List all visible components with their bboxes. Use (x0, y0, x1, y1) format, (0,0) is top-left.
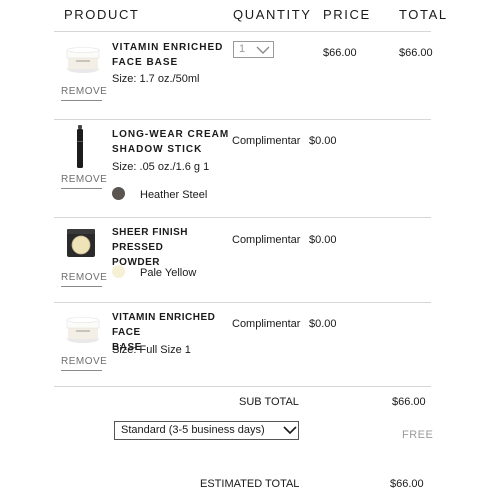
quantity-value: 1 (239, 43, 246, 55)
item-price: $66.00 (323, 47, 357, 59)
quantity-complimentary: Complimentar (232, 135, 301, 147)
shipping-cost: FREE (402, 429, 434, 441)
shadow-stick-icon (77, 125, 83, 168)
shade-swatch (112, 265, 125, 278)
column-header-quantity: QUANTITY (233, 7, 312, 22)
product-size: Size: 1.7 oz./50ml (112, 73, 200, 85)
product-name-line: SHADOW STICK (112, 144, 203, 155)
chevron-down-icon (256, 46, 270, 54)
pressed-powder-compact-icon (67, 229, 95, 257)
product-name-line: VITAMIN ENRICHED FACE (112, 312, 216, 338)
product-name-line: VITAMIN ENRICHED (112, 42, 224, 53)
quantity-complimentary: Complimentar (232, 318, 301, 330)
product-name: SHEER FINISH PRESSED POWDER (112, 225, 232, 270)
row-divider (54, 302, 431, 303)
product-name-line: FACE BASE (112, 57, 179, 68)
product-name-line: SHEER FINISH PRESSED (112, 227, 189, 253)
column-header-price: PRICE (323, 7, 371, 22)
column-header-total: TOTAL (399, 7, 448, 22)
shade-name: Pale Yellow (140, 267, 197, 279)
chevron-down-icon (283, 426, 297, 435)
column-header-product: PRODUCT (64, 7, 140, 22)
remove-button[interactable]: REMOVE (61, 356, 107, 371)
shade-swatch (112, 187, 125, 200)
shipping-method-select[interactable]: Standard (3-5 business days) (114, 421, 299, 440)
shade-name: Heather Steel (140, 189, 208, 201)
product-size: Size: Full Size 1 (112, 344, 191, 356)
product-name-line: LONG-WEAR CREAM (112, 129, 230, 140)
item-price: $0.00 (309, 318, 337, 330)
quantity-select[interactable]: 1 (233, 41, 274, 58)
remove-button[interactable]: REMOVE (61, 272, 107, 287)
header-divider (54, 31, 431, 32)
product-name: LONG-WEAR CREAM SHADOW STICK (112, 127, 232, 157)
remove-button[interactable]: REMOVE (61, 174, 107, 189)
item-price: $0.00 (309, 135, 337, 147)
estimated-total-label: ESTIMATED TOTAL (200, 478, 300, 490)
remove-button[interactable]: REMOVE (61, 86, 107, 101)
product-name: VITAMIN ENRICHED FACE BASE (112, 40, 232, 70)
quantity-complimentary: Complimentar (232, 234, 301, 246)
product-size: Size: .05 oz./1.6 g 1 (112, 161, 210, 173)
face-base-jar-icon (66, 47, 100, 73)
face-base-jar-icon (66, 317, 100, 343)
item-price: $0.00 (309, 234, 337, 246)
row-divider (54, 119, 431, 120)
shipping-method-value: Standard (3-5 business days) (121, 424, 265, 436)
item-total: $66.00 (399, 47, 433, 59)
row-divider (54, 217, 431, 218)
row-divider (54, 386, 431, 387)
subtotal-label: SUB TOTAL (239, 396, 299, 408)
estimated-total-value: $66.00 (390, 478, 424, 490)
subtotal-value: $66.00 (392, 396, 426, 408)
